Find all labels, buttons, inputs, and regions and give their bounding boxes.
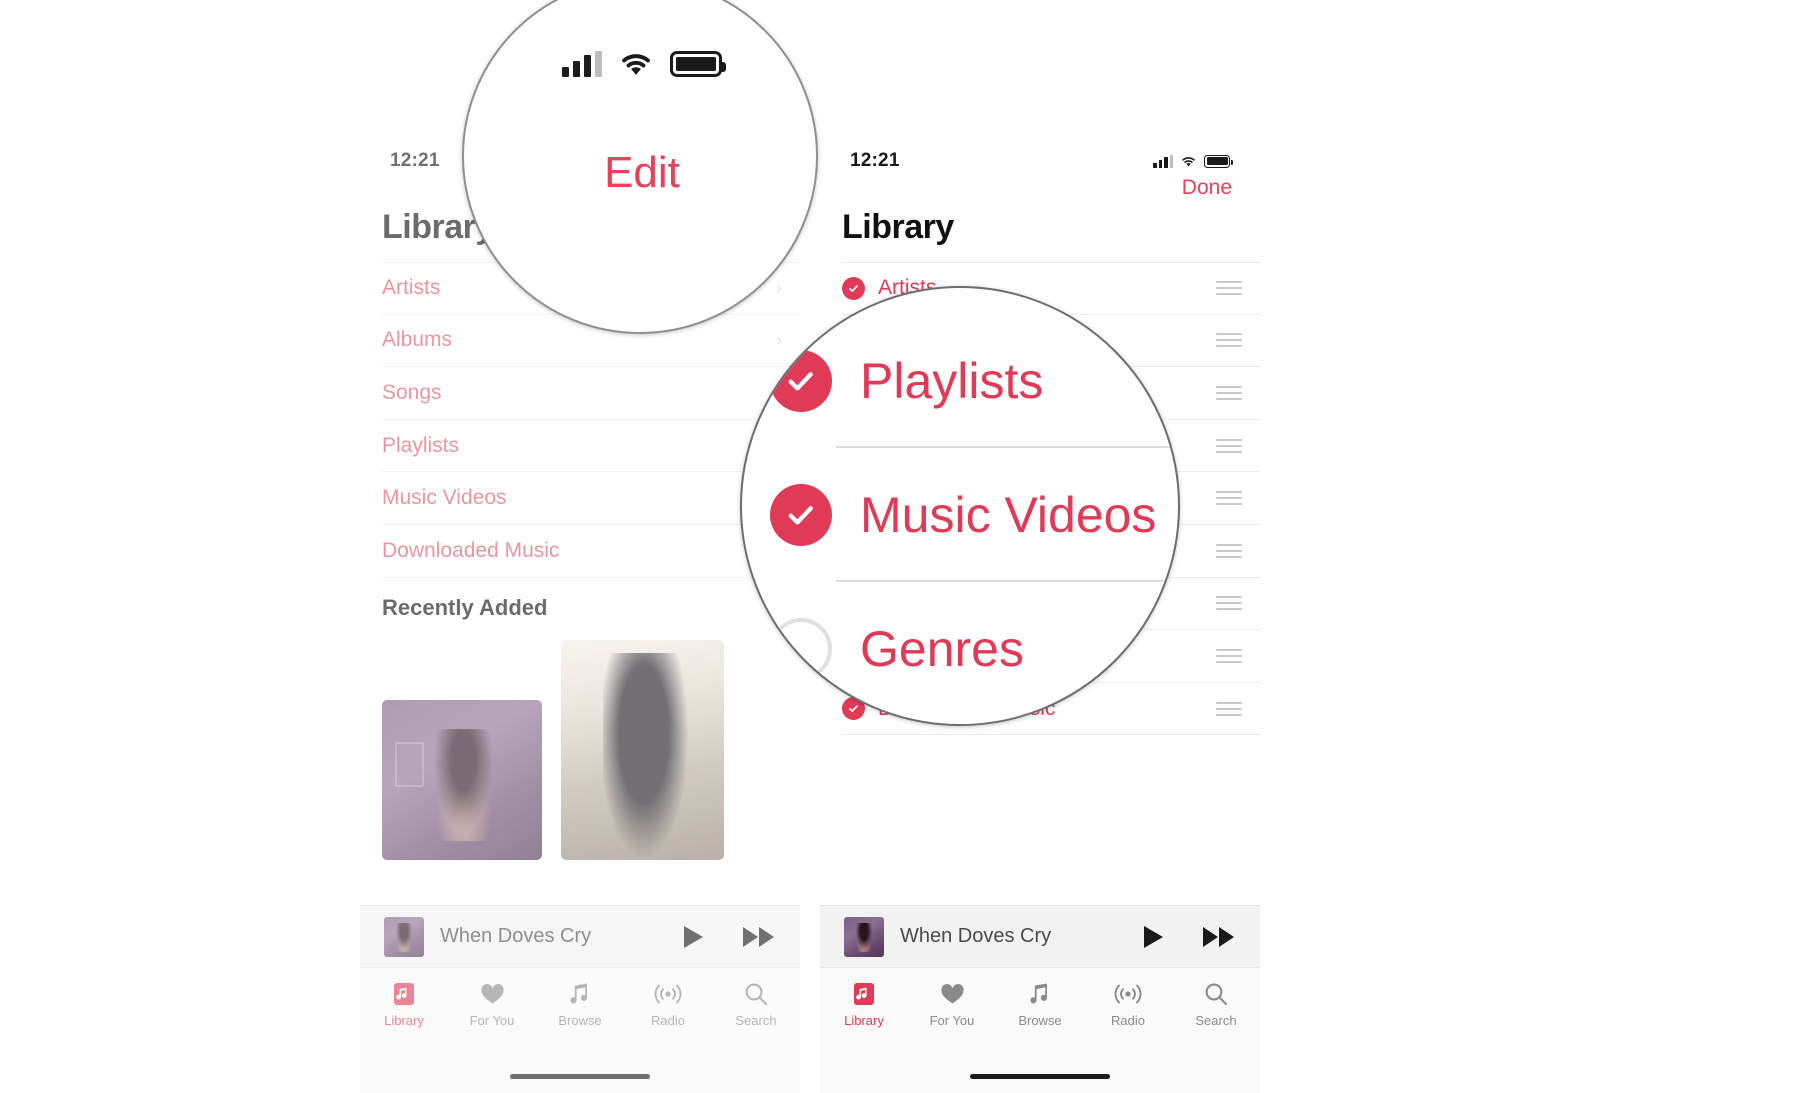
search-icon [1204,980,1228,1008]
tab-label: Search [735,1013,777,1028]
section-title: Recently Added [382,595,548,620]
status-time: 12:21 [390,150,440,171]
checkbox-checked-icon[interactable] [842,276,865,300]
list-item[interactable]: Downloaded Music › [382,525,800,578]
heart-icon [480,980,505,1008]
recently-added-row [382,640,724,860]
play-icon[interactable] [682,925,704,949]
list-item[interactable]: Music Videos › [382,472,800,525]
tab-label: Search [1195,1013,1237,1028]
play-icon[interactable] [1142,925,1164,949]
magnified-status-icons [464,50,816,78]
tab-radio[interactable]: Radio [624,980,712,1028]
status-icons [1153,154,1233,168]
reorder-handle-icon[interactable] [1216,648,1242,663]
heart-icon [940,980,965,1008]
mini-player-title: When Doves Cry [440,925,592,947]
magnified-list-item[interactable]: Music Videos [742,448,1178,582]
home-indicator [510,1074,650,1079]
tab-label: Browse [1018,1013,1062,1028]
library-icon [853,980,875,1008]
wifi-icon [617,50,655,78]
radio-icon [653,980,683,1008]
status-time: 12:21 [850,150,900,171]
list-item[interactable]: Songs › [382,367,800,420]
tab-for-you[interactable]: For You [908,980,996,1028]
music-note-icon [1029,980,1051,1008]
tab-label: Browse [558,1013,602,1028]
checkbox-list-magnifier: Playlists Music Videos Genres [740,286,1180,726]
tab-label: Library [384,1013,424,1028]
fast-forward-icon[interactable] [742,926,776,948]
album-artwork[interactable] [561,640,724,860]
mini-player[interactable]: When Doves Cry [360,905,800,967]
tab-label: For You [929,1013,975,1028]
reorder-handle-icon[interactable] [1216,333,1242,348]
reorder-handle-icon[interactable] [1216,281,1242,296]
fast-forward-icon[interactable] [1202,926,1236,948]
done-button[interactable]: Done [1182,176,1232,200]
tab-bar: Library For You Browse Radio Search [820,967,1260,1093]
reorder-handle-icon[interactable] [1216,596,1242,611]
home-indicator [970,1074,1110,1079]
mini-player-artwork [384,916,424,957]
magnified-list-item-label: Genres [860,621,1024,677]
magnified-list-item[interactable]: Genres [742,582,1178,716]
tab-library[interactable]: Library [820,980,908,1028]
wifi-icon [1180,155,1197,168]
tab-browse[interactable]: Browse [536,980,624,1028]
magnified-list-item[interactable]: Playlists [742,314,1178,448]
reorder-handle-icon[interactable] [1216,701,1242,716]
checkbox-checked-icon[interactable] [770,350,832,412]
mini-player-title: When Doves Cry [900,925,1052,947]
cellular-signal-icon [1153,154,1173,168]
list-item-label: Songs [382,380,442,404]
album-artwork[interactable] [382,700,542,860]
battery-icon [1204,154,1233,168]
tab-for-you[interactable]: For You [448,980,536,1028]
radio-icon [1113,980,1143,1008]
mini-player-artwork [844,916,884,957]
tab-search[interactable]: Search [1172,980,1260,1028]
magnified-edit-button[interactable]: Edit [464,148,816,198]
tab-label: For You [469,1013,515,1028]
reorder-handle-icon[interactable] [1216,438,1242,453]
battery-icon [670,51,726,77]
music-note-icon [569,980,591,1008]
reorder-handle-icon[interactable] [1216,385,1242,400]
list-item-label: Playlists [382,433,460,457]
tab-label: Radio [651,1013,685,1028]
chevron-right-icon: › [776,278,782,298]
reorder-handle-icon[interactable] [1216,491,1242,506]
mini-player[interactable]: When Doves Cry [820,905,1260,967]
checkbox-checked-icon[interactable] [770,484,832,546]
tab-label: Radio [1111,1013,1145,1028]
search-icon [744,980,768,1008]
list-item-label: Music Videos [382,486,507,510]
magnified-list-item-label: Music Videos [860,487,1157,543]
page-title: Library [842,208,954,246]
list-item-label: Downloaded Music [382,538,560,562]
tab-label: Library [844,1013,884,1028]
screenshot-stage: 12:21 Edit Library Artists › [0,0,1815,1093]
library-icon [393,980,415,1008]
magnified-list-item-label: Playlists [860,353,1044,409]
list-item-label: Albums [382,328,453,352]
tab-browse[interactable]: Browse [996,980,1084,1028]
tab-radio[interactable]: Radio [1084,980,1172,1028]
cellular-signal-icon [562,51,602,77]
reorder-handle-icon[interactable] [1216,543,1242,558]
list-item[interactable]: Playlists › [382,420,800,473]
tab-search[interactable]: Search [712,980,800,1028]
checkbox-unchecked-icon[interactable] [770,618,832,680]
tab-bar: Library For You Browse Radio Search [360,967,800,1093]
tab-library[interactable]: Library [360,980,448,1028]
